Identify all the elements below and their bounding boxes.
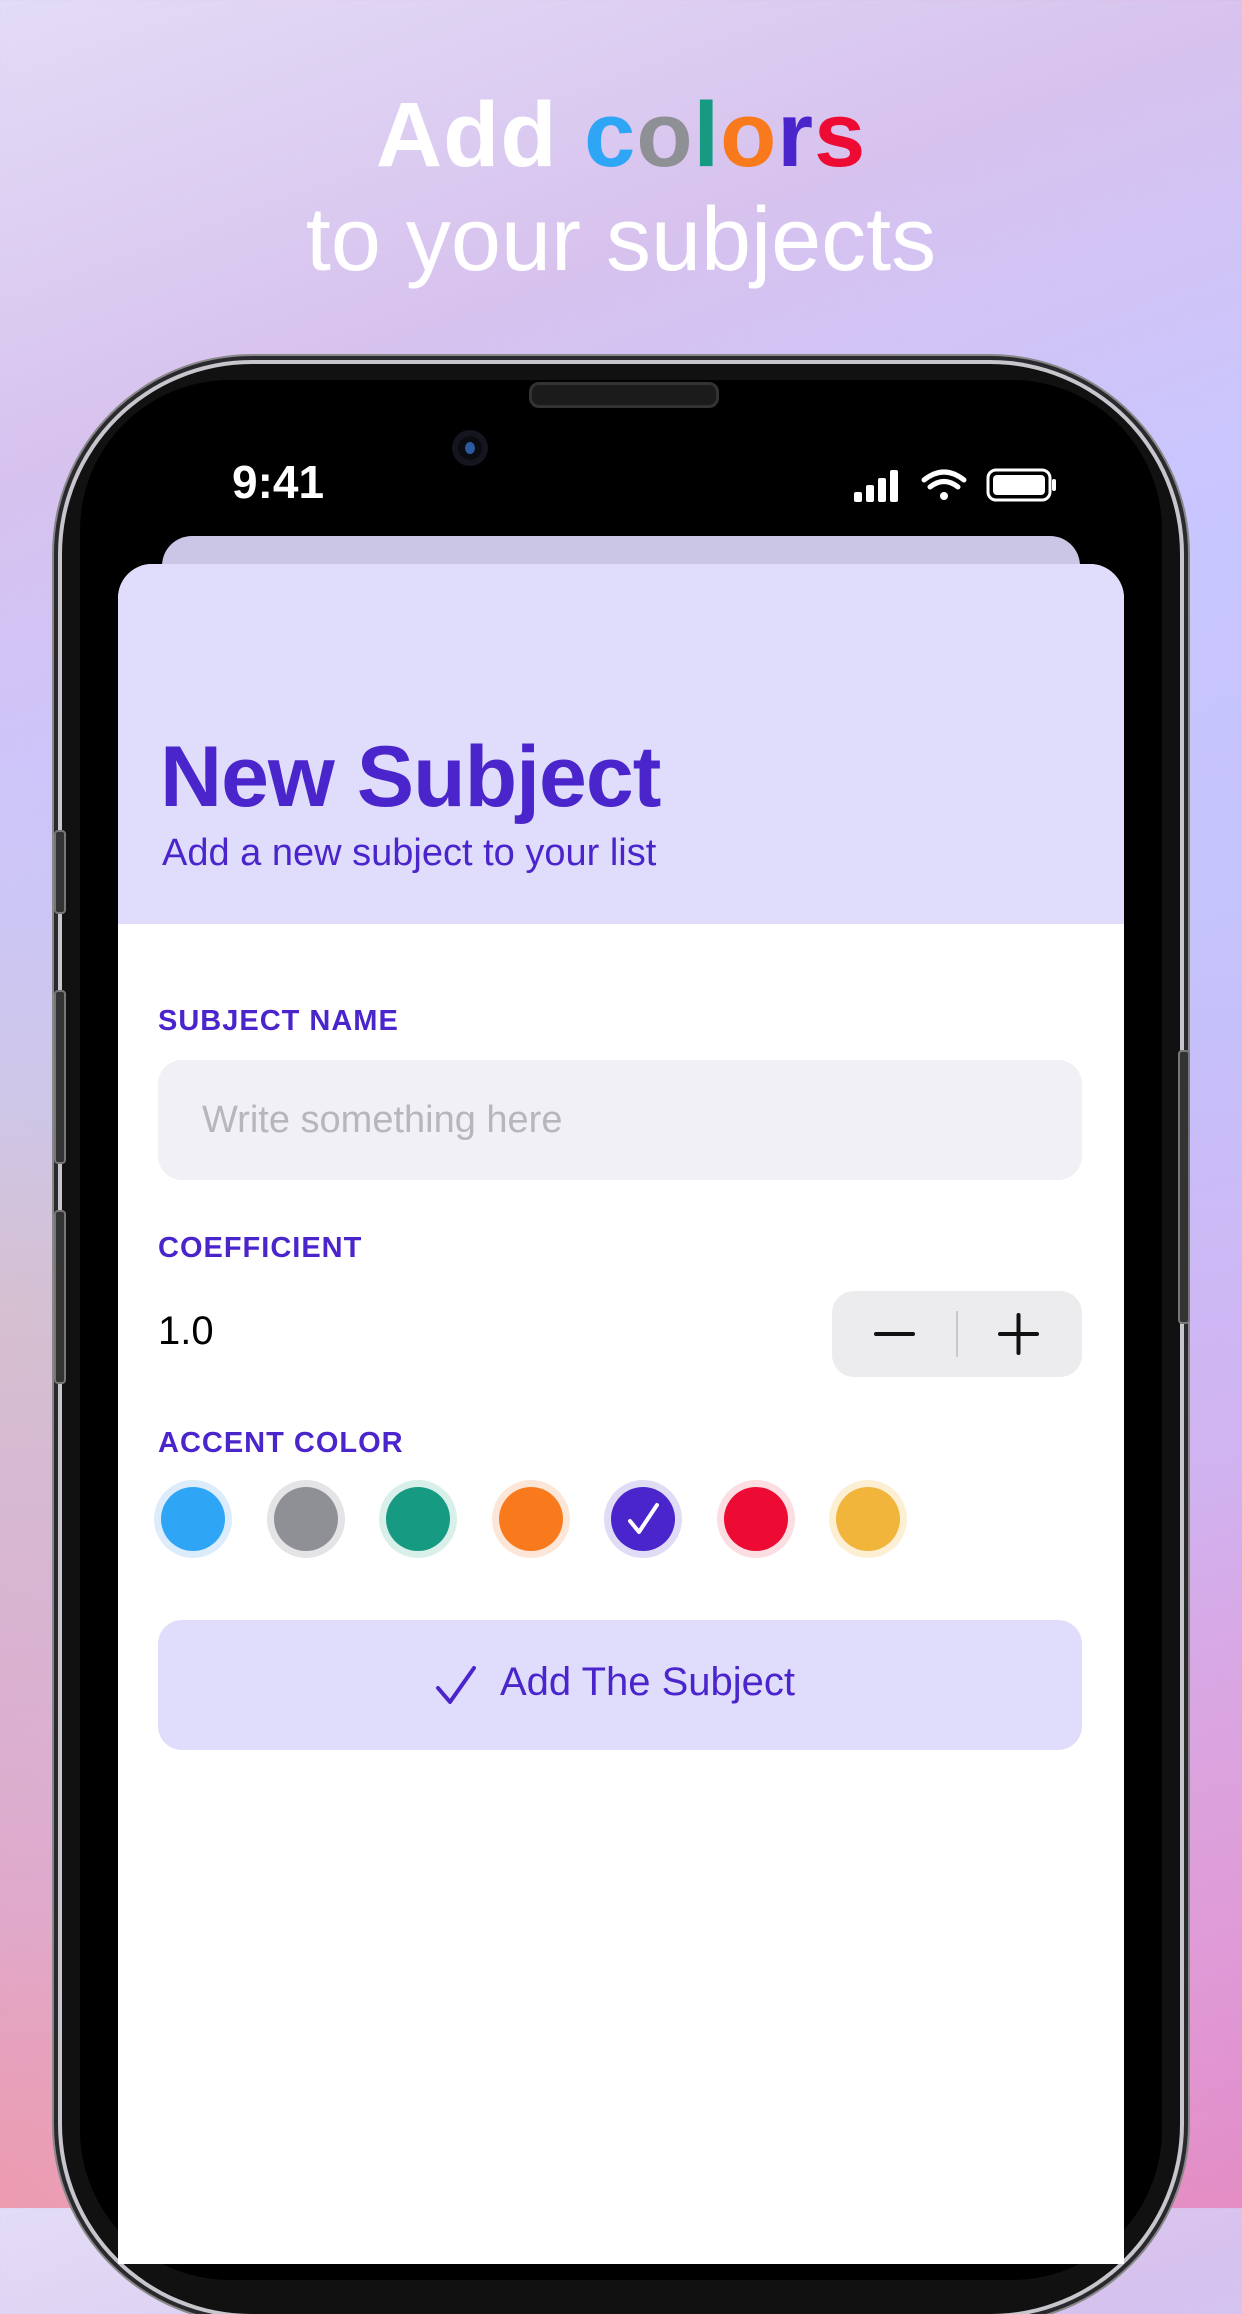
checkmark-icon (628, 1503, 659, 1534)
add-subject-button[interactable]: Add The Subject (158, 1620, 1082, 1750)
page-title: New Subject (160, 729, 661, 825)
color-swatch-yellow[interactable] (829, 1480, 907, 1558)
checkmark-icon (436, 1666, 476, 1704)
phone-speaker (529, 382, 719, 408)
headline-line-1: Add colors (0, 80, 1242, 190)
color-dot (723, 1487, 788, 1551)
page-subtitle: Add a new subject to your list (162, 832, 657, 874)
wifi-icon (921, 469, 967, 500)
color-swatch-orange[interactable] (491, 1480, 570, 1558)
headline-line-2: to your subjects (305, 190, 937, 290)
add-subject-label: Add The Subject (500, 1660, 796, 1704)
color-swatch-blue[interactable] (154, 1480, 232, 1558)
color-swatch-purple[interactable] (604, 1480, 682, 1558)
increment-button[interactable] (957, 1291, 1082, 1377)
headline-word: Add (375, 84, 558, 186)
promo-headline: Add colors to your subjects (0, 80, 1242, 290)
headline-letter: c (584, 84, 637, 186)
status-icons (854, 468, 1056, 502)
headline-letter: r (777, 84, 815, 186)
coefficient-value: 1.0 (158, 1309, 214, 1353)
subject-name-input[interactable] (158, 1060, 1082, 1180)
minus-icon (874, 1332, 915, 1336)
headline-letter: s (814, 84, 867, 186)
coefficient-label: COEFFICIENT (158, 1232, 363, 1264)
headline-letter: l (693, 84, 721, 186)
status-time: 9:41 (232, 456, 325, 508)
accent-color-label: ACCENT COLOR (158, 1427, 404, 1459)
headline-colored-word: colors (584, 84, 866, 186)
new-subject-sheet: New Subject Add a new subject to your li… (118, 564, 1124, 2264)
plus-icon (998, 1313, 1039, 1355)
sheet-header: New Subject Add a new subject to your li… (118, 564, 1124, 924)
signal-icon (854, 470, 898, 502)
phone-volume-down (54, 1210, 66, 1384)
subject-name-label: SUBJECT NAME (158, 1005, 399, 1037)
color-dot (386, 1487, 450, 1551)
headline-letter: o (636, 84, 694, 186)
camera-icon (452, 430, 488, 466)
color-dot (273, 1487, 338, 1551)
headline-letter: o (720, 84, 778, 186)
phone-side-button (54, 830, 66, 914)
color-dot (611, 1487, 675, 1551)
phone-volume-up (54, 990, 66, 1164)
accent-color-picker (154, 1480, 954, 1570)
decrement-button[interactable] (832, 1291, 957, 1377)
color-dot (836, 1487, 900, 1551)
color-dot (498, 1487, 563, 1551)
color-dot (161, 1487, 225, 1551)
phone-power-button (1178, 1050, 1190, 1324)
color-swatch-red[interactable] (716, 1480, 795, 1558)
color-swatch-teal[interactable] (379, 1480, 457, 1558)
color-swatch-gray[interactable] (266, 1480, 345, 1558)
battery-icon (986, 468, 1056, 502)
coefficient-stepper (832, 1291, 1082, 1377)
